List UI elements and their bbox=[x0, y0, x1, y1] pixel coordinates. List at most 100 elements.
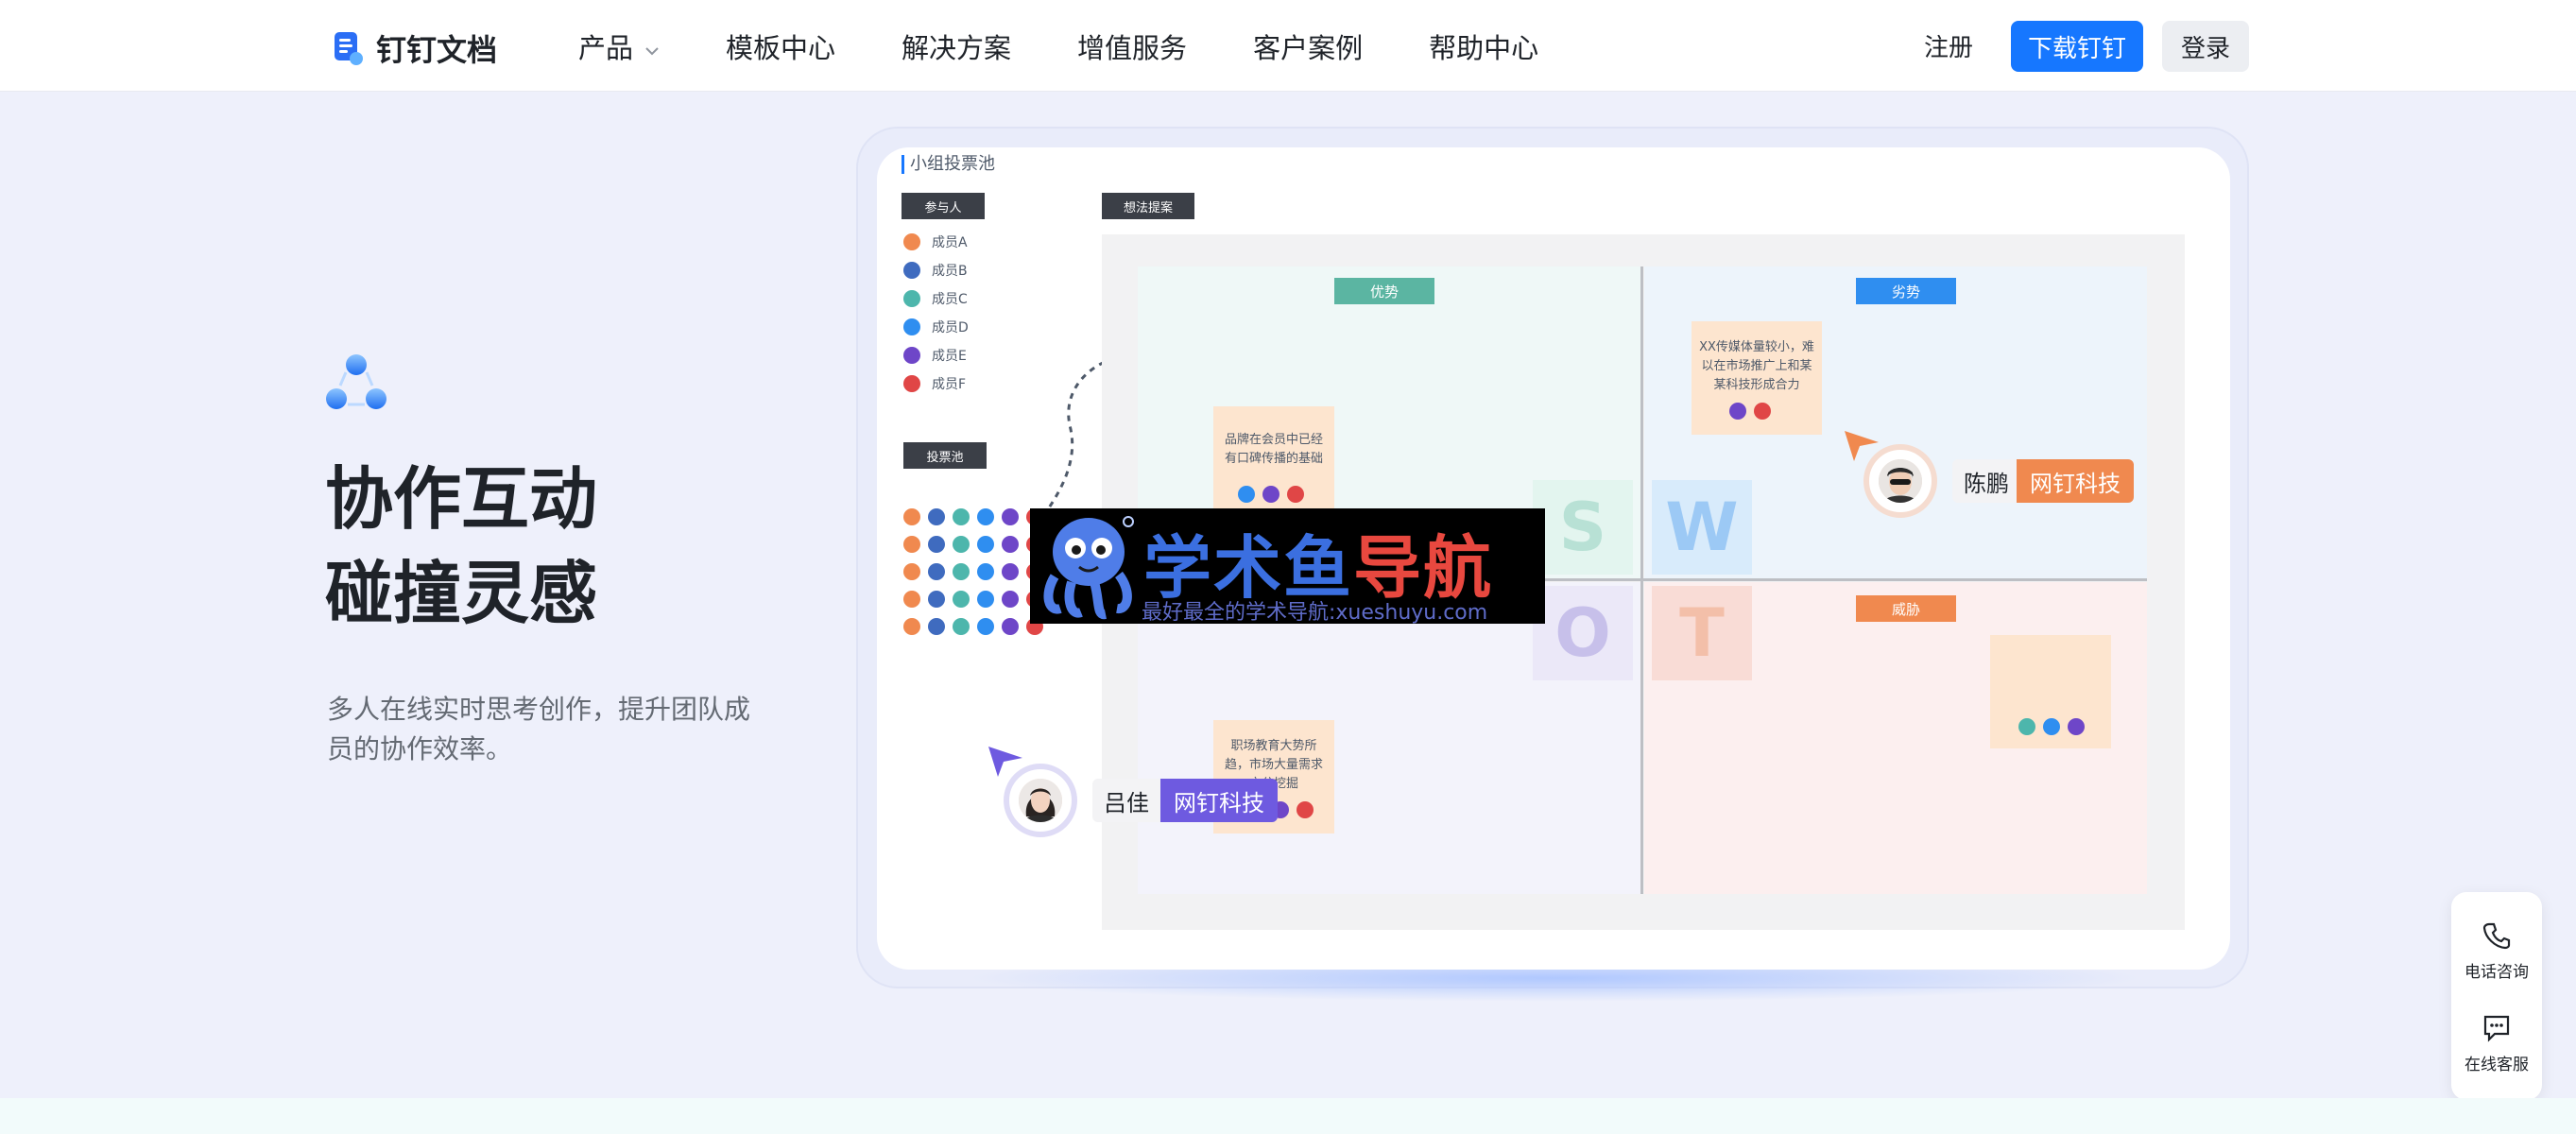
member-e: 成员E bbox=[903, 346, 967, 365]
vote-pool-tag: 投票池 bbox=[903, 442, 987, 469]
swot-letter-w: W bbox=[1652, 480, 1752, 575]
phone-consult-label: 电话咨询 bbox=[2464, 963, 2529, 982]
vote-dot bbox=[2018, 718, 2035, 735]
vote-pool-dot bbox=[1002, 618, 1019, 635]
vote-dot bbox=[1297, 801, 1314, 818]
member-a: 成员A bbox=[903, 232, 968, 251]
vote-pool-dot bbox=[903, 563, 920, 580]
vote-pool-dot bbox=[928, 508, 945, 525]
participants-tag: 参与人 bbox=[902, 193, 985, 219]
hero-title-line2: 碰撞灵感 bbox=[325, 554, 598, 633]
member-label: 成员C bbox=[932, 292, 968, 307]
chat-icon bbox=[2483, 1015, 2510, 1042]
vote-pool-dot bbox=[977, 563, 994, 580]
member-label: 成员E bbox=[932, 349, 967, 364]
vote-pool-dot bbox=[1002, 591, 1019, 608]
document-logo-icon bbox=[333, 30, 365, 66]
nav-value-added[interactable]: 增值服务 bbox=[1077, 26, 1187, 66]
member-label: 成员F bbox=[932, 377, 967, 392]
vote-pool-dot bbox=[953, 591, 970, 608]
avatar-chen-peng bbox=[1863, 444, 1937, 518]
online-service-label: 在线客服 bbox=[2464, 1056, 2529, 1074]
member-b: 成员B bbox=[903, 261, 968, 280]
login-button[interactable]: 登录 bbox=[2162, 21, 2249, 72]
top-navbar: 钉钉文档 产品 模板中心 解决方案 增值服务 客户案例 帮助中心 注册 下载钉钉… bbox=[0, 0, 2576, 92]
brand-logo[interactable]: 钉钉文档 bbox=[333, 26, 497, 70]
user-name: 陈鹏 bbox=[1952, 459, 2020, 503]
avatar-face bbox=[1019, 779, 1062, 822]
member-dot bbox=[903, 290, 920, 307]
member-dot bbox=[903, 318, 920, 335]
swot-letter-o: O bbox=[1533, 586, 1633, 680]
vote-pool-dot bbox=[928, 563, 945, 580]
threat-label: 威胁 bbox=[1856, 595, 1956, 622]
nav-product-label: 产品 bbox=[578, 31, 634, 64]
collaboration-icon bbox=[325, 352, 387, 414]
nav-help[interactable]: 帮助中心 bbox=[1429, 26, 1538, 66]
vote-pool-dot bbox=[953, 508, 970, 525]
note-text: 品牌在会员中已经有口碑传播的基础 bbox=[1224, 433, 1323, 466]
member-f: 成员F bbox=[903, 374, 966, 393]
vote-pool-dot bbox=[1002, 536, 1019, 553]
vote-dot bbox=[1262, 486, 1279, 503]
vote-pool-dot bbox=[977, 591, 994, 608]
vote-pool-dot bbox=[903, 536, 920, 553]
nav-templates[interactable]: 模板中心 bbox=[726, 26, 835, 66]
vote-pool-dot bbox=[1002, 508, 1019, 525]
avatar-lv-jia bbox=[1004, 764, 1077, 837]
register-button[interactable]: 注册 bbox=[1924, 28, 1973, 63]
vote-pool-dot bbox=[903, 618, 920, 635]
vote-pool-dot bbox=[977, 508, 994, 525]
member-label: 成员B bbox=[932, 264, 968, 279]
note-text: XX传媒体量较小，难以在市场推广上和某某科技形成合力 bbox=[1699, 340, 1814, 392]
vote-pool-dot bbox=[928, 618, 945, 635]
member-label: 成员A bbox=[932, 235, 968, 250]
vote-dot bbox=[1754, 403, 1771, 420]
vote-dot bbox=[1287, 486, 1304, 503]
vote-dot bbox=[1729, 403, 1746, 420]
watermark-banner: 学术鱼导航 最好最全的学术导航:xueshuyu.com bbox=[1030, 508, 1545, 625]
nav-cases[interactable]: 客户案例 bbox=[1253, 26, 1363, 66]
download-button[interactable]: 下载钉钉 bbox=[2011, 21, 2143, 72]
user-name: 吕佳 bbox=[1092, 779, 1160, 822]
vote-pool-dot bbox=[953, 536, 970, 553]
user-company: 网钉科技 bbox=[2017, 459, 2134, 503]
main-nav: 产品 模板中心 解决方案 增值服务 客户案例 帮助中心 bbox=[578, 0, 1605, 92]
swot-letter-t: T bbox=[1652, 586, 1752, 680]
vote-pool-dot bbox=[977, 536, 994, 553]
vote-pool-dot bbox=[977, 618, 994, 635]
brand-name: 钉钉文档 bbox=[376, 32, 498, 68]
vote-dot bbox=[1238, 486, 1255, 503]
nav-product[interactable]: 产品 bbox=[578, 26, 660, 66]
online-service-button[interactable]: 在线客服 bbox=[2451, 1013, 2542, 1074]
member-dot bbox=[903, 262, 920, 279]
vote-pool-dot bbox=[928, 536, 945, 553]
next-section-edge bbox=[0, 1098, 2576, 1134]
member-dot bbox=[903, 233, 920, 250]
user-company: 网钉科技 bbox=[1160, 779, 1278, 822]
member-label: 成员D bbox=[932, 320, 969, 335]
service-panel: 电话咨询 在线客服 bbox=[2451, 892, 2542, 1100]
hero-title: 协作互动 碰撞灵感 bbox=[325, 452, 597, 641]
avatar-face bbox=[1879, 459, 1922, 503]
watermark-subtitle: 最好最全的学术导航:xueshuyu.com bbox=[1142, 601, 1488, 625]
weakness-label: 劣势 bbox=[1856, 278, 1956, 304]
member-d: 成员D bbox=[903, 318, 969, 336]
vote-pool-dot bbox=[953, 618, 970, 635]
strength-label: 优势 bbox=[1334, 278, 1434, 304]
vote-pool-dot bbox=[1002, 563, 1019, 580]
pool-title: 小组投票池 bbox=[902, 155, 995, 174]
member-dot bbox=[903, 375, 920, 392]
octopus-logo-icon bbox=[1036, 510, 1140, 622]
chevron-down-icon bbox=[644, 30, 660, 62]
vote-pool-dot bbox=[903, 508, 920, 525]
phone-consult-button[interactable]: 电话咨询 bbox=[2451, 920, 2542, 982]
ideas-tag: 想法提案 bbox=[1102, 193, 1194, 219]
hero-description: 多人在线实时思考创作，提升团队成员的协作效率。 bbox=[327, 694, 751, 765]
member-c: 成员C bbox=[903, 289, 968, 308]
vote-pool-dot bbox=[928, 591, 945, 608]
vote-dot bbox=[2043, 718, 2060, 735]
swot-letter-s: S bbox=[1533, 480, 1633, 575]
member-dot bbox=[903, 347, 920, 364]
nav-solutions[interactable]: 解决方案 bbox=[902, 26, 1011, 66]
